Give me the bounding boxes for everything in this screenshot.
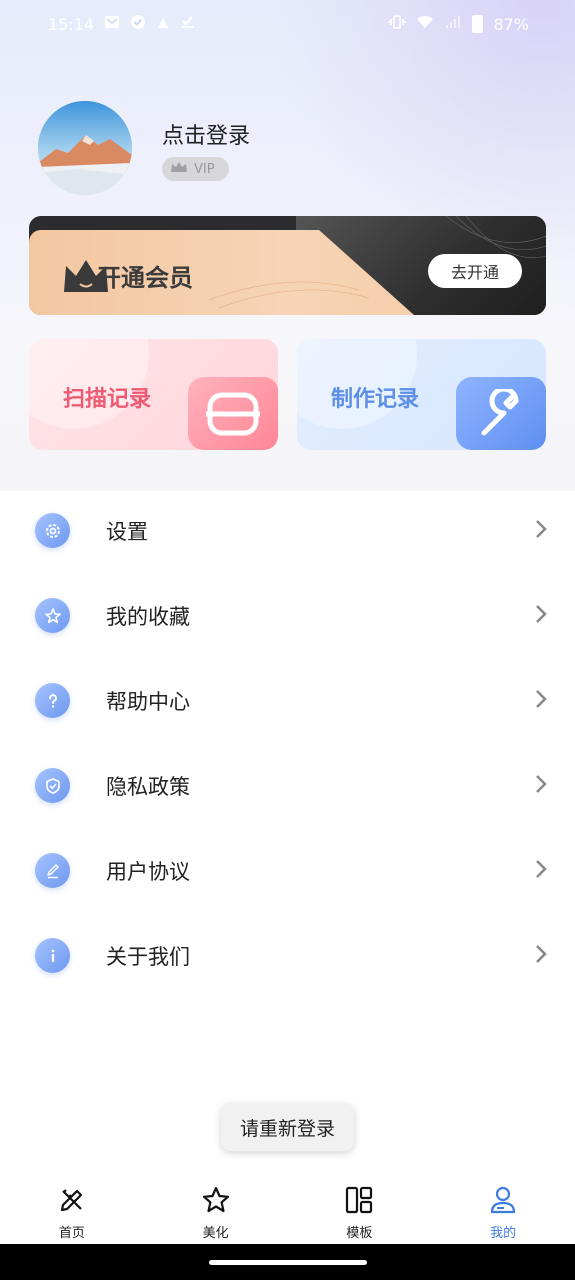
nav-mine[interactable]: 我的 — [431, 1176, 575, 1244]
battery-percent: 87% — [493, 14, 529, 34]
triangle-icon — [156, 15, 170, 34]
pen-icon — [35, 853, 70, 888]
chevron-right-icon — [535, 944, 547, 968]
scan-records-card[interactable]: 扫描记录 — [29, 339, 278, 450]
vip-badge: VIP — [162, 157, 229, 181]
menu-label-settings: 设置 — [106, 519, 148, 544]
signal-icon — [444, 14, 462, 34]
user-icon — [488, 1185, 518, 1219]
star-icon — [35, 598, 70, 633]
nav-label-mine: 我的 — [490, 1226, 517, 1241]
menu-label-privacy: 隐私政策 — [106, 774, 190, 799]
menu-item-help[interactable]: 帮助中心 — [0, 658, 575, 743]
nav-label-home: 首页 — [58, 1226, 85, 1241]
login-prompt[interactable]: 点击登录 — [162, 118, 250, 150]
make-records-label: 制作记录 — [331, 387, 420, 412]
menu-label-favorites: 我的收藏 — [106, 604, 190, 629]
make-records-card[interactable]: 制作记录 — [297, 339, 546, 450]
menu-label-about: 关于我们 — [106, 944, 190, 969]
nav-templates[interactable]: 模板 — [288, 1176, 432, 1244]
wrench-icon — [456, 377, 546, 450]
scan-icon — [188, 377, 278, 450]
info-icon — [35, 938, 70, 973]
battery-icon — [472, 15, 484, 33]
scan-records-label: 扫描记录 — [63, 387, 152, 412]
nav-label-templates: 模板 — [346, 1226, 373, 1241]
vip-badge-label: VIP — [194, 161, 215, 177]
chevron-right-icon — [535, 604, 547, 628]
menu-item-privacy[interactable]: 隐私政策 — [0, 743, 575, 828]
menu-item-agreement[interactable]: 用户协议 — [0, 828, 575, 913]
status-bar: 15:14 87% — [0, 0, 575, 48]
chevron-right-icon — [535, 774, 547, 798]
chevron-right-icon — [535, 519, 547, 543]
home-gesture-pill[interactable] — [209, 1260, 367, 1265]
menu-item-settings[interactable]: 设置 — [0, 488, 575, 573]
avatar[interactable] — [38, 101, 132, 195]
menu-label-help: 帮助中心 — [106, 689, 190, 714]
star-outline-icon — [201, 1185, 231, 1219]
crown-icon — [170, 161, 188, 177]
activate-vip-button[interactable]: 去开通 — [428, 254, 522, 288]
menu-label-agreement: 用户协议 — [106, 859, 190, 884]
question-icon — [35, 683, 70, 718]
menu-item-favorites[interactable]: 我的收藏 — [0, 573, 575, 658]
gear-icon — [35, 513, 70, 548]
nav-beautify[interactable]: 美化 — [144, 1176, 288, 1244]
vip-banner-title: 开通会员 — [97, 264, 193, 292]
wifi-icon — [416, 14, 434, 34]
checklist-icon — [180, 14, 196, 34]
shield-icon — [35, 768, 70, 803]
chevron-right-icon — [535, 859, 547, 883]
bottom-nav: 首页 美化 模板 我的 — [0, 1176, 575, 1244]
mail-icon — [104, 14, 120, 34]
template-icon — [344, 1185, 374, 1219]
nav-label-beautify: 美化 — [202, 1226, 229, 1241]
relogin-toast: 请重新登录 — [221, 1103, 354, 1151]
menu-item-about[interactable]: 关于我们 — [0, 913, 575, 998]
check-circle-icon — [130, 14, 146, 34]
nav-home[interactable]: 首页 — [0, 1176, 144, 1244]
vibrate-icon — [388, 14, 407, 34]
chevron-right-icon — [535, 689, 547, 713]
status-time: 15:14 — [48, 14, 95, 34]
pencil-ruler-icon — [57, 1185, 87, 1219]
